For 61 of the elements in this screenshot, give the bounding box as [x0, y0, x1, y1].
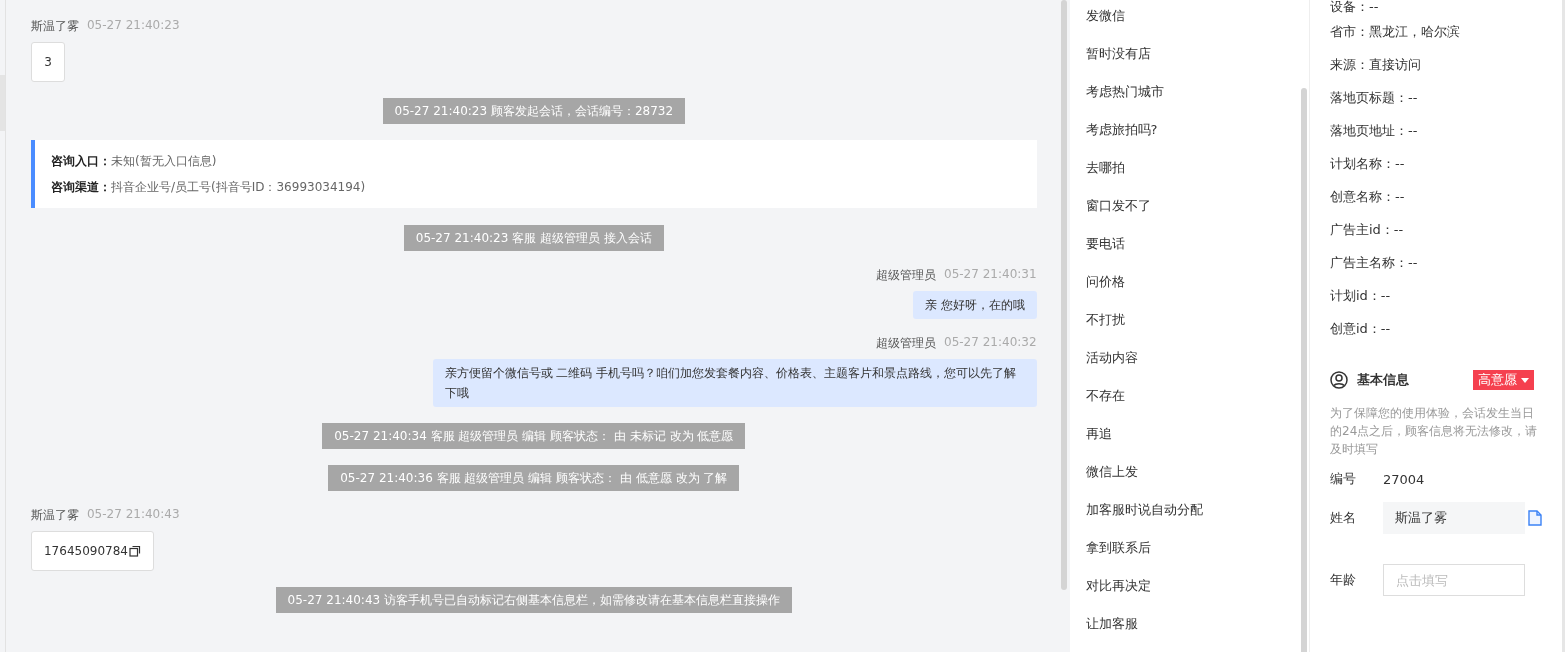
system-notice: 05-27 21:40:23 顾客发起会话，会话编号：28732 — [382, 98, 686, 124]
notice-text: 为了保障您的使用体验，会话发生当日的24点之后，顾客信息将无法修改，请及时填写 — [1330, 405, 1539, 458]
entry-value: 未知(暂无入口信息) — [111, 154, 217, 168]
message-text: 17645090784 — [44, 543, 128, 560]
quick-reply-item[interactable]: 拿到联系后 — [1069, 537, 1301, 575]
quick-reply-item[interactable]: 问价格 — [1069, 271, 1301, 309]
entry-label: 咨询渠道： — [51, 180, 111, 194]
message-text: 3 — [44, 54, 52, 71]
intent-tag[interactable]: 高意愿 — [1473, 370, 1534, 390]
message-bubble: 亲方便留个微信号或 二维码 手机号吗？咱们加您发套餐内容、价格表、主题客片和景点路线，您可以先了解下哦 — [432, 359, 1037, 407]
quick-reply-item[interactable]: 发微信 — [1069, 5, 1301, 43]
name-field[interactable]: 斯温了雾 — [1383, 502, 1525, 534]
quick-reply-item[interactable]: 要电话 — [1069, 233, 1301, 271]
visitor-info-line: 来源：直接访问 — [1330, 56, 1422, 74]
section-title: 基本信息 — [1357, 371, 1410, 389]
age-field[interactable]: 点击填写 — [1383, 564, 1525, 596]
quick-reply-item[interactable]: 活动内容 — [1069, 347, 1301, 385]
quick-reply-item[interactable]: 再追 — [1069, 423, 1301, 461]
message-time: 05-27 21:40:32 — [944, 335, 1037, 351]
visitor-info-line: 广告主名称：-- — [1330, 254, 1419, 272]
visitor-info-line: 落地页地址：-- — [1330, 122, 1419, 140]
message-time: 05-27 21:40:23 — [87, 18, 180, 34]
entry-value: 抖音企业号/员工号(抖音号ID：36993034194) — [111, 180, 366, 194]
visitor-info-line: 创意id：-- — [1330, 320, 1392, 338]
message-time: 05-27 21:40:43 — [87, 507, 180, 523]
system-notice: 05-27 21:40:43 访客手机号已自动标记右侧基本信息栏，如需修改请在基本信息栏直接操作 — [275, 587, 792, 613]
quick-reply-item[interactable]: 考虑热门城市 — [1069, 81, 1301, 119]
quick-reply-item[interactable]: 不存在 — [1069, 385, 1301, 423]
visitor-info-line: 落地页标题：-- — [1330, 89, 1419, 107]
system-notice: 05-27 21:40:36 客服 超级管理员 编辑 顾客状态： 由 低意愿 改为 了解 — [328, 465, 740, 491]
system-notice: 05-27 21:40:23 客服 超级管理员 接入会话 — [403, 225, 664, 251]
sender-name: 超级管理员 — [876, 267, 936, 284]
visitor-info-line: 计划名称：-- — [1330, 155, 1406, 173]
quick-reply-item[interactable]: 考虑旅拍吗? — [1069, 119, 1301, 157]
quick-reply-item[interactable]: 暂时没有店 — [1069, 43, 1301, 81]
visitor-info-line: 省市：黑龙江，哈尔滨 — [1330, 23, 1461, 41]
visitor-info-line: 创意名称：-- — [1330, 188, 1406, 206]
copy-icon[interactable] — [128, 545, 141, 557]
quick-reply-item[interactable]: 微信上发 — [1069, 461, 1301, 499]
quick-reply-item[interactable]: 让加客服 — [1069, 613, 1301, 651]
quick-reply-item[interactable]: 不打扰 — [1069, 309, 1301, 347]
quick-reply-item[interactable]: 窗口发不了 — [1069, 195, 1301, 233]
field-label: 编号 — [1330, 470, 1357, 488]
quick-reply-item[interactable]: 加客服时说自动分配 — [1069, 499, 1301, 537]
user-icon — [1330, 371, 1348, 389]
visitor-info-line: 广告主id：-- — [1330, 221, 1405, 239]
sender-name: 超级管理员 — [876, 335, 936, 352]
visitor-info-line: 设备：-- — [1330, 0, 1380, 16]
sender-name: 斯温了雾 — [31, 18, 79, 35]
message-time: 05-27 21:40:31 — [944, 267, 1037, 283]
visitor-info-line: 计划id：-- — [1330, 287, 1392, 305]
caret-icon — [1521, 377, 1529, 383]
entry-label: 咨询入口： — [51, 154, 111, 168]
system-notice: 05-27 21:40:34 客服 超级管理员 编辑 顾客状态： 由 未标记 改为 低意愿 — [322, 423, 746, 449]
message-bubble: 亲 您好呀，在的哦 — [912, 291, 1037, 319]
quick-reply-item[interactable]: 对比再决定 — [1069, 575, 1301, 613]
field-value: 27004 — [1383, 471, 1425, 487]
field-label: 姓名 — [1330, 509, 1357, 527]
quick-reply-item[interactable]: 去哪拍 — [1069, 157, 1301, 195]
sender-name: 斯温了雾 — [31, 507, 79, 524]
field-label: 年龄 — [1330, 571, 1357, 589]
